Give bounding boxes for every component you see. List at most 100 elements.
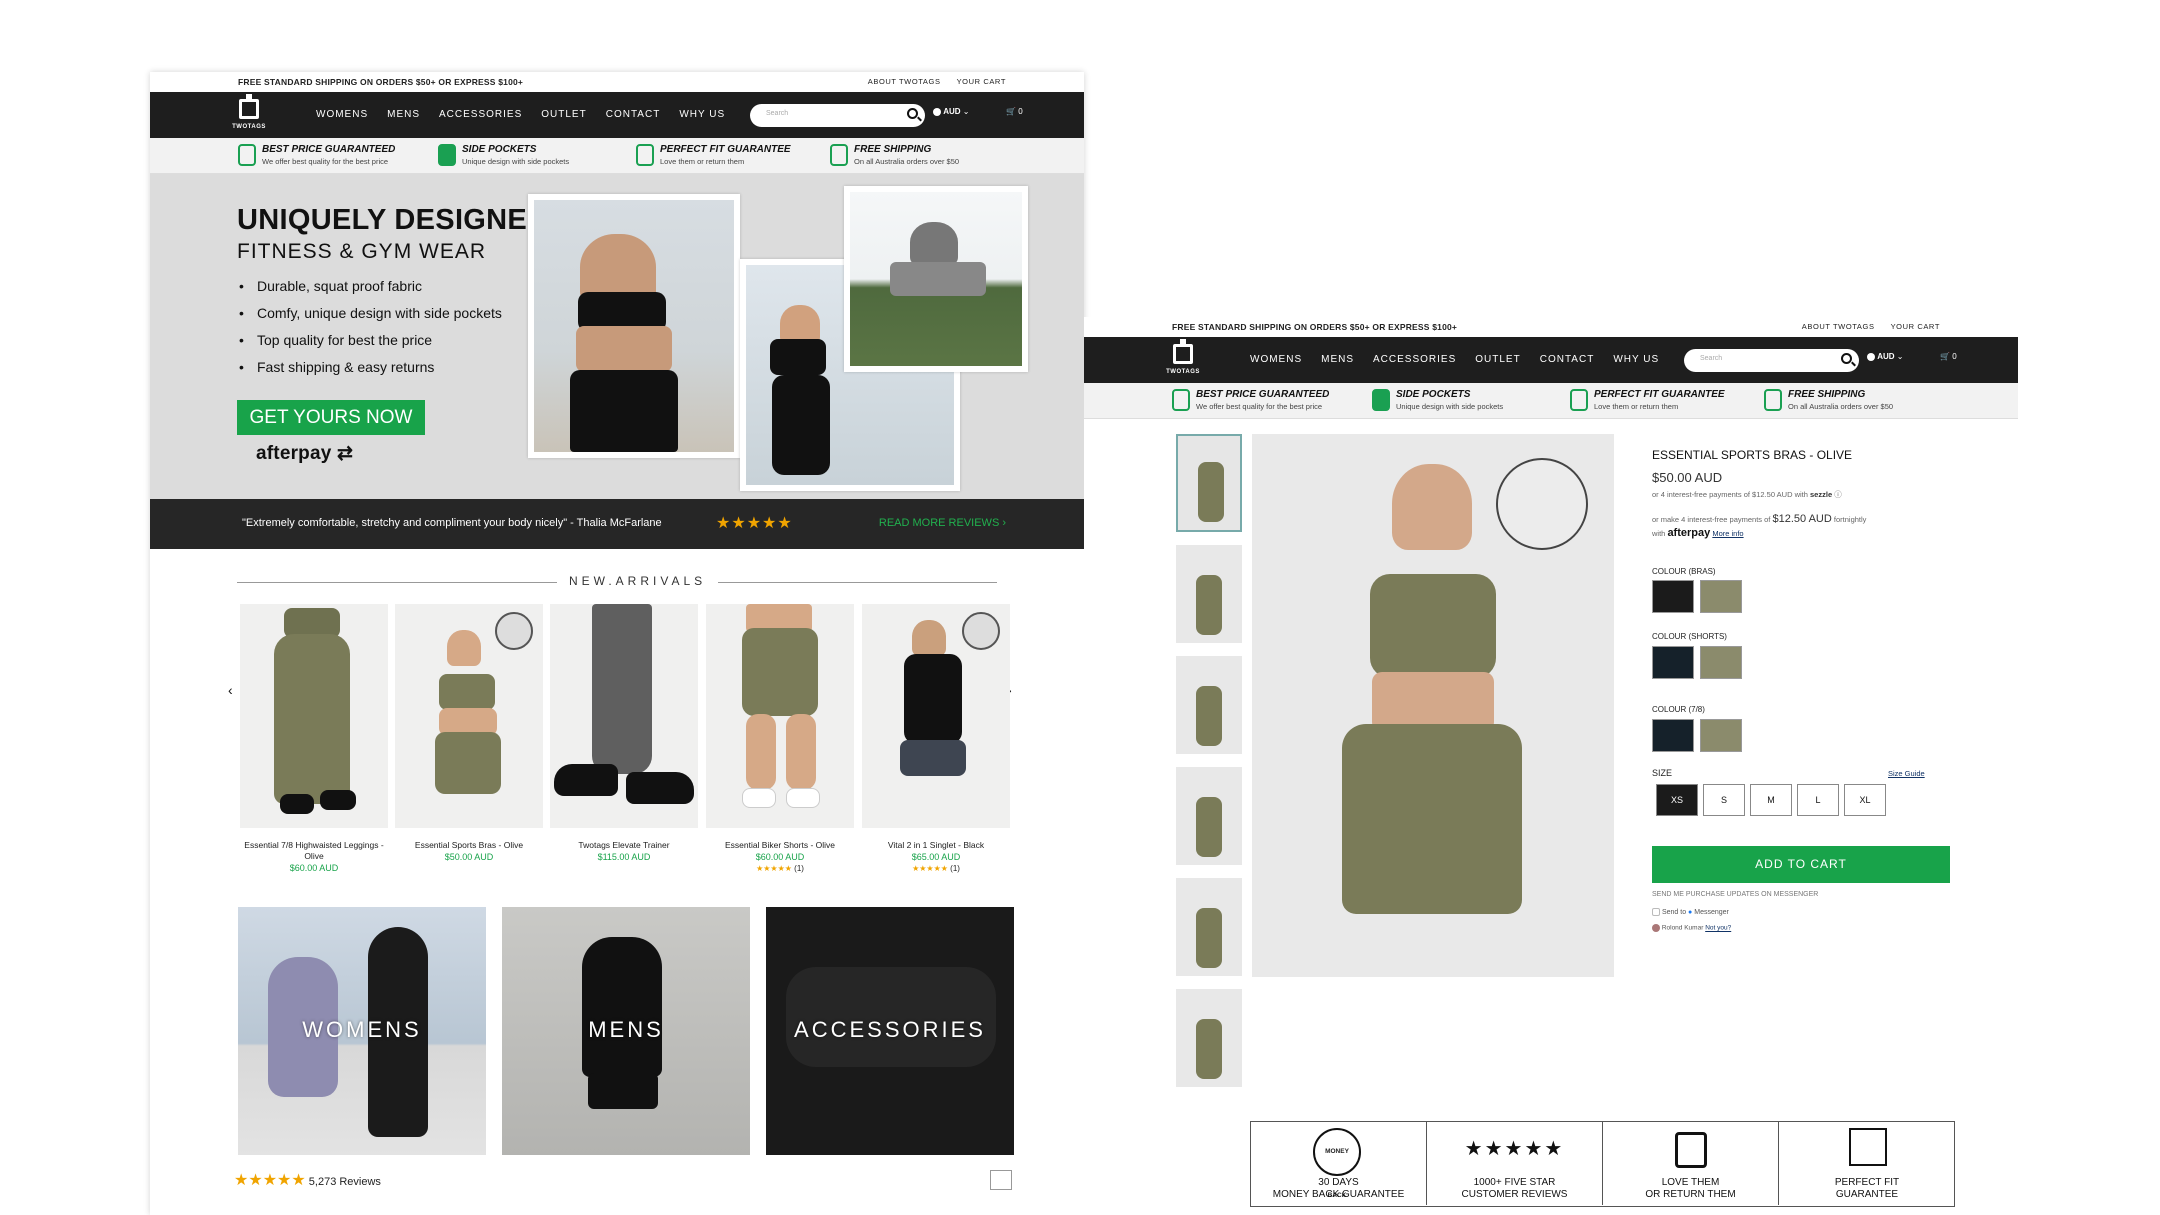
product-image[interactable] — [550, 604, 698, 828]
puzzle-icon — [1849, 1128, 1887, 1166]
carousel-prev-arrow[interactable]: ‹ — [228, 682, 233, 698]
cart-count: 0 — [1018, 107, 1023, 116]
review-count: 5,273 Reviews — [308, 1176, 381, 1188]
cart-icon: 🛒 — [1940, 352, 1950, 361]
nav-item-accessories[interactable]: ACCESSORIES — [439, 109, 522, 120]
user-icon — [1867, 352, 1875, 361]
badge-icon — [1172, 389, 1190, 411]
category-tile-mens[interactable]: MENS — [502, 907, 750, 1155]
product-thumbnail[interactable] — [1176, 545, 1242, 643]
product-price: $50.00 AUD — [1652, 470, 1723, 485]
search-input[interactable]: Search — [750, 104, 925, 127]
not-you-link[interactable]: Not you? — [1705, 925, 1731, 932]
search-icon[interactable] — [1841, 353, 1852, 364]
product-name[interactable]: Vital 2 in 1 Singlet - Black — [862, 840, 1010, 851]
category-tile-accessories[interactable]: ACCESSORIES — [766, 907, 1014, 1155]
swatch-bras-black[interactable] — [1652, 580, 1694, 613]
product-name[interactable]: Essential Sports Bras - Olive — [395, 840, 543, 851]
usp-bar: BEST PRICE GUARANTEED We offer best quali… — [1084, 383, 2018, 419]
size-guide-link[interactable]: Size Guide — [1888, 769, 1925, 778]
product-image[interactable] — [706, 604, 854, 828]
product-image[interactable] — [395, 604, 543, 828]
product-title: ESSENTIAL SPORTS BRAS - OLIVE — [1652, 448, 1853, 462]
nav-item-contact[interactable]: CONTACT — [1540, 354, 1595, 365]
nav-item-mens[interactable]: MENS — [387, 109, 420, 120]
swatch-bras-olive[interactable] — [1700, 580, 1742, 613]
nav-item-womens[interactable]: WOMENS — [316, 109, 368, 120]
swatch-shorts-navy[interactable] — [1652, 646, 1694, 679]
about-link[interactable]: ABOUT TWOTAGS — [1802, 322, 1875, 331]
get-yours-now-button[interactable]: GET YOURS NOW — [237, 400, 425, 435]
about-link[interactable]: ABOUT TWOTAGS — [868, 77, 941, 86]
product-card[interactable]: Vital 2 in 1 Singlet - Black $65.00 AUD … — [862, 604, 1010, 873]
hero-feature: Top quality for best the price — [237, 332, 502, 348]
nav-item-womens[interactable]: WOMENS — [1250, 354, 1302, 365]
badge-icon — [238, 144, 256, 166]
afterpay-installments: or make 4 interest-free payments of $12.… — [1652, 513, 1867, 525]
messenger-checkbox[interactable] — [1652, 908, 1660, 916]
nav-item-outlet[interactable]: OUTLET — [541, 109, 586, 120]
product-rating: ★★★★★ (1) — [756, 864, 804, 873]
messenger-optin[interactable]: Send to ● Messenger — [1652, 908, 1729, 916]
size-s-button[interactable]: S — [1703, 784, 1745, 816]
section-title: NEW.ARRIVALS — [557, 574, 719, 588]
swatch-shorts-olive[interactable] — [1700, 646, 1742, 679]
afterpay-info: with afterpay More info — [1652, 527, 1744, 539]
product-thumbnail[interactable] — [1176, 434, 1242, 532]
category-tile-womens[interactable]: WOMENS — [238, 907, 486, 1155]
product-main-image[interactable] — [1252, 434, 1614, 977]
hero-banner: UNIQUELY DESIGNED FITNESS & GYM WEAR Dur… — [150, 174, 1084, 499]
product-thumbnail[interactable] — [1176, 989, 1242, 1087]
cart-button[interactable]: 🛒 0 — [1940, 352, 1957, 361]
product-price: $60.00 AUD — [755, 852, 805, 862]
trust-reviews: ★★★★★ 1000+ FIVE STAR CUSTOMER REVIEWS — [1427, 1122, 1603, 1205]
cart-icon: 🛒 — [1006, 107, 1016, 116]
more-info-link[interactable]: More info — [1712, 529, 1743, 538]
top-announcement-bar: FREE STANDARD SHIPPING ON ORDERS $50+ OR… — [1084, 317, 2018, 337]
size-xl-button[interactable]: XL — [1844, 784, 1886, 816]
product-image[interactable] — [240, 604, 388, 828]
product-name[interactable]: Twotags Elevate Trainer — [550, 840, 698, 851]
nav-item-mens[interactable]: MENS — [1321, 354, 1354, 365]
product-thumbnail[interactable] — [1176, 656, 1242, 754]
cart-button[interactable]: 🛒 0 — [1006, 107, 1023, 116]
account-menu[interactable]: AUD ⌄ — [933, 107, 970, 116]
read-more-reviews-link[interactable]: READ MORE REVIEWS › — [879, 517, 1006, 529]
account-menu[interactable]: AUD ⌄ — [1867, 352, 1904, 361]
product-card[interactable]: Twotags Elevate Trainer $115.00 AUD — [550, 604, 698, 864]
currency-selector[interactable]: AUD — [1877, 352, 1894, 361]
your-cart-link[interactable]: YOUR CART — [957, 77, 1006, 86]
search-icon[interactable] — [907, 108, 918, 119]
reviews-widget-icon[interactable] — [990, 1170, 1012, 1190]
nav-item-contact[interactable]: CONTACT — [606, 109, 661, 120]
product-card[interactable]: Essential 7/8 Highwaisted Leggings - Oli… — [240, 604, 388, 875]
nav-item-outlet[interactable]: OUTLET — [1475, 354, 1520, 365]
trust-money-back: MONEY BACK 30 DAYS MONEY BACK GUARANTEE — [1251, 1122, 1427, 1205]
swatch-78-olive[interactable] — [1700, 719, 1742, 752]
product-card[interactable]: Essential Sports Bras - Olive $50.00 AUD — [395, 604, 543, 864]
product-price: $60.00 AUD — [289, 863, 339, 873]
search-input[interactable]: Search — [1684, 349, 1859, 372]
product-thumbnail[interactable] — [1176, 878, 1242, 976]
main-nav: TWOTAGS WOMENS MENS ACCESSORIES OUTLET CONTA… — [1084, 337, 2018, 383]
return-box-icon — [1675, 1132, 1707, 1168]
add-to-cart-button[interactable]: ADD TO CART — [1652, 846, 1950, 883]
nav-item-why-us[interactable]: WHY US — [1613, 354, 1659, 365]
product-thumbnail[interactable] — [1176, 767, 1242, 865]
product-name[interactable]: Essential 7/8 Highwaisted Leggings - Oli… — [240, 840, 388, 862]
your-cart-link[interactable]: YOUR CART — [1891, 322, 1940, 331]
testimonial-quote: "Extremely comfortable, stretchy and com… — [242, 517, 662, 529]
twotags-logo[interactable]: TWOTAGS — [232, 94, 266, 133]
size-l-button[interactable]: L — [1797, 784, 1839, 816]
nav-item-why-us[interactable]: WHY US — [679, 109, 725, 120]
product-name[interactable]: Essential Biker Shorts - Olive — [706, 840, 854, 851]
size-xs-button[interactable]: XS — [1656, 784, 1698, 816]
size-m-button[interactable]: M — [1750, 784, 1792, 816]
product-image[interactable] — [862, 604, 1010, 828]
swatch-78-navy[interactable] — [1652, 719, 1694, 752]
hero-photo-3 — [844, 186, 1028, 372]
currency-selector[interactable]: AUD — [943, 107, 960, 116]
product-card[interactable]: Essential Biker Shorts - Olive $60.00 AU… — [706, 604, 854, 873]
nav-item-accessories[interactable]: ACCESSORIES — [1373, 354, 1456, 365]
twotags-logo[interactable]: TWOTAGS — [1166, 339, 1200, 378]
